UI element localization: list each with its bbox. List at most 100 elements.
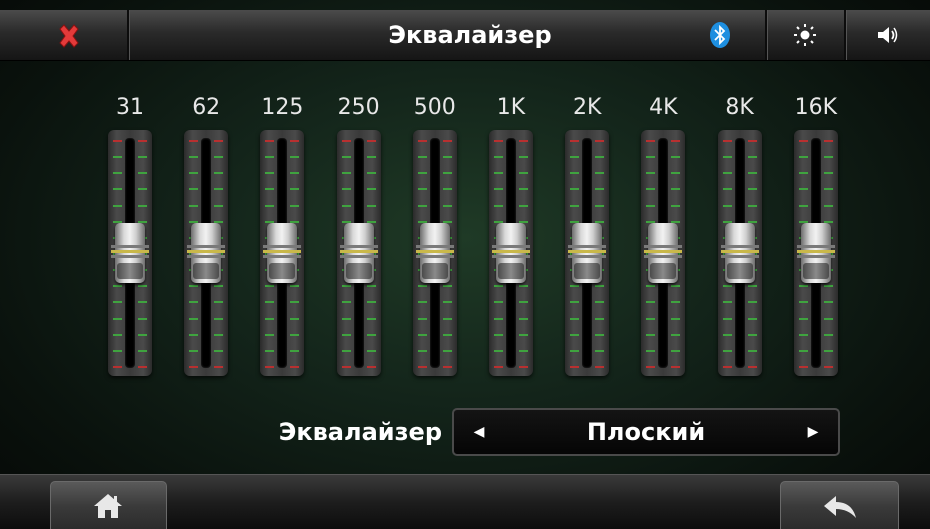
slider-knob[interactable] <box>187 223 226 283</box>
slider-tick <box>570 204 580 207</box>
slider-tick <box>722 204 732 207</box>
band-slider[interactable] <box>184 130 229 376</box>
slider-tick <box>366 140 376 142</box>
band-label: 4K <box>649 95 678 120</box>
close-icon <box>59 24 79 48</box>
slider-tick <box>189 285 199 288</box>
slider-knob[interactable] <box>263 223 302 283</box>
slider-knob[interactable] <box>111 223 149 283</box>
slider-tick <box>138 333 147 336</box>
slider-tick <box>417 366 427 368</box>
slider-tick <box>417 188 427 191</box>
band-slider[interactable] <box>108 130 152 376</box>
slider-tick <box>595 172 605 175</box>
knob-grip-line <box>568 255 607 258</box>
band-label: 250 <box>337 95 380 120</box>
slider-tick <box>671 156 681 159</box>
back-button[interactable] <box>780 481 899 529</box>
home-button[interactable] <box>50 481 167 529</box>
slider-tick <box>671 333 681 336</box>
knob-grip-line <box>339 245 378 248</box>
band-slider[interactable] <box>565 130 610 376</box>
slider-tick <box>113 172 122 175</box>
slider-tick <box>823 366 833 368</box>
slider-tick <box>290 301 300 304</box>
slider-tick <box>417 333 427 336</box>
knob-grip-line <box>415 250 454 253</box>
slider-tick <box>366 204 376 207</box>
slider-tick <box>823 317 833 320</box>
knob-grip-line <box>492 255 530 258</box>
knob-grip-line <box>263 255 302 258</box>
slider-tick <box>671 317 681 320</box>
knob-base <box>269 263 296 279</box>
slider-tick <box>722 349 732 352</box>
preset-selector[interactable]: ◀ Плоский ▶ <box>452 408 840 456</box>
band-slider[interactable] <box>260 130 305 376</box>
preset-prev-button[interactable]: ◀ <box>454 410 504 454</box>
slider-tick <box>747 333 757 336</box>
slider-tick <box>189 333 199 336</box>
slider-tick <box>442 156 452 159</box>
band-slider[interactable] <box>412 130 457 376</box>
slider-tick <box>214 349 224 352</box>
slider-tick <box>798 172 808 175</box>
slider-tick <box>417 317 427 320</box>
band-label: 16K <box>794 95 837 120</box>
volume-button[interactable] <box>846 10 930 60</box>
slider-tick <box>519 140 528 142</box>
slider-tick <box>747 140 757 142</box>
slider-tick <box>570 140 580 142</box>
slider-knob[interactable] <box>415 223 454 283</box>
slider-tick <box>265 172 275 175</box>
slider-tick <box>646 188 656 191</box>
slider-tick <box>494 172 503 175</box>
slider-tick <box>290 366 300 368</box>
slider-tick <box>646 333 656 336</box>
knob-base <box>574 263 601 279</box>
slider-tick <box>341 204 351 207</box>
knob-grip-line <box>263 250 302 253</box>
slider-knob[interactable] <box>796 223 835 283</box>
band-slider[interactable] <box>641 130 686 376</box>
slider-tick <box>519 204 528 207</box>
preset-next-button[interactable]: ▶ <box>788 410 838 454</box>
slider-tick <box>671 172 681 175</box>
slider-tick <box>138 366 147 368</box>
slider-knob[interactable] <box>339 223 378 283</box>
slider-knob[interactable] <box>568 223 607 283</box>
page-title: Эквалайзер <box>388 21 552 49</box>
band-slider[interactable] <box>793 130 838 376</box>
slider-knob[interactable] <box>644 223 683 283</box>
knob-grip-line <box>796 250 835 253</box>
slider-tick <box>747 204 757 207</box>
close-button[interactable] <box>0 10 128 60</box>
knob-grip-line <box>568 245 607 248</box>
band-label: 2K <box>572 95 602 120</box>
slider-tick <box>646 140 656 142</box>
knob-grip-line <box>263 245 302 248</box>
slider-tick <box>570 317 580 320</box>
knob-grip-line <box>492 250 530 253</box>
slider-tick <box>595 285 605 288</box>
slider-tick <box>341 317 351 320</box>
slider-tick <box>798 317 808 320</box>
slider-tick <box>341 285 351 288</box>
slider-knob[interactable] <box>720 223 759 283</box>
slider-tick <box>646 349 656 352</box>
slider-tick <box>494 285 503 288</box>
speaker-icon <box>878 27 898 43</box>
knob-grip-line <box>568 250 607 253</box>
band-slider[interactable] <box>717 130 762 376</box>
slider-tick <box>214 188 224 191</box>
slider-knob[interactable] <box>492 223 530 283</box>
slider-tick <box>442 333 452 336</box>
knob-grip-line <box>415 255 454 258</box>
slider-tick <box>747 172 757 175</box>
brightness-button[interactable] <box>767 10 842 60</box>
slider-tick <box>265 333 275 336</box>
band-slider[interactable] <box>489 130 533 376</box>
slider-tick <box>341 172 351 175</box>
slider-tick <box>595 140 605 142</box>
band-slider[interactable] <box>336 130 381 376</box>
